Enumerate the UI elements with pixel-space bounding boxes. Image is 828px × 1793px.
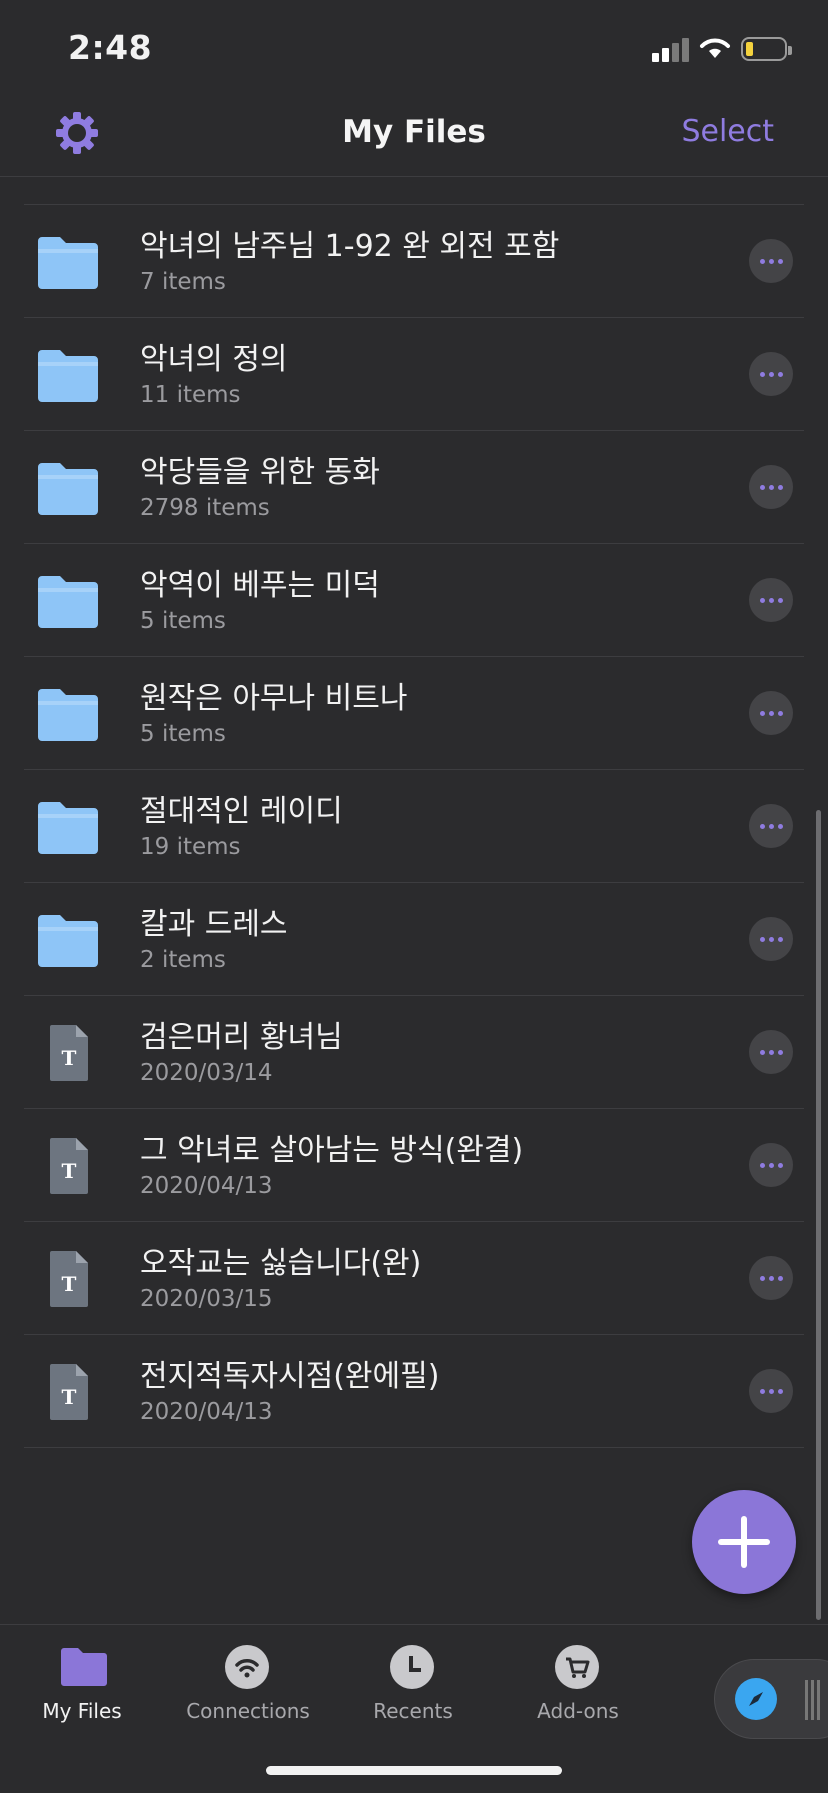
folder-row[interactable]: 원작은 아무나 비트나 5 items [24,657,804,770]
item-name: 악당들을 위한 동화 [140,455,380,490]
compass-icon[interactable] [735,1678,777,1720]
scrollbar[interactable] [816,810,821,1620]
svg-text:T: T [62,1272,77,1296]
svg-text:T: T [62,1385,77,1409]
wifi-icon [225,1645,269,1689]
more-options-button[interactable] [749,352,793,396]
text-file-icon: T [50,1364,88,1420]
select-button[interactable]: Select [681,114,774,149]
clock-icon [390,1645,434,1689]
item-meta: 11 items [140,382,241,408]
add-button[interactable] [692,1490,796,1594]
file-list: 악녀는변화한다2 items악녀의 남주님 1-92 완 외전 포함7 item… [0,146,828,1611]
tab-connections[interactable]: Connections [168,1635,328,1723]
item-name: 오작교는 싫습니다(완) [140,1246,422,1281]
tab-add-ons[interactable]: Add-ons [498,1635,658,1723]
battery-icon [741,37,792,61]
item-name: 악역이 베푸는 미덕 [140,568,380,603]
item-name: 절대적인 레이디 [140,794,343,829]
file-row[interactable]: T 그 악녀로 살아남는 방식(완결) 2020/04/13 [24,1109,804,1222]
file-row[interactable]: T 전지적독자시점(완에필) 2020/04/13 [24,1335,804,1448]
folder-icon [38,915,98,967]
more-options-button[interactable] [749,578,793,622]
more-options-button[interactable] [749,1143,793,1187]
browser-pill[interactable] [714,1659,828,1739]
item-name: 악녀의 남주님 1-92 완 외전 포함 [140,229,560,264]
home-indicator [266,1766,562,1775]
item-name: 칼과 드레스 [140,907,288,942]
folder-row[interactable]: 악녀의 정의 11 items [24,318,804,431]
folder-row[interactable]: 악당들을 위한 동화 2798 items [24,431,804,544]
text-file-icon: T [50,1251,88,1307]
more-options-button[interactable] [749,1369,793,1413]
folder-icon [38,237,98,289]
more-options-button[interactable] [749,1030,793,1074]
tab-label: My Files [42,1699,122,1723]
more-options-button[interactable] [749,1256,793,1300]
item-meta: 5 items [140,608,226,634]
item-meta: 5 items [140,721,226,747]
file-row[interactable]: T 오작교는 싫습니다(완) 2020/03/15 [24,1222,804,1335]
item-meta: 7 items [140,269,226,295]
folder-icon [61,1648,107,1686]
item-name: 원작은 아무나 비트나 [140,681,408,716]
more-options-button[interactable] [749,691,793,735]
folder-icon [38,463,98,515]
cellular-signal-icon [652,38,690,62]
item-meta: 19 items [140,834,241,860]
more-options-button[interactable] [749,804,793,848]
folder-icon [38,802,98,854]
more-options-button[interactable] [749,239,793,283]
folder-row[interactable]: 칼과 드레스 2 items [24,883,804,996]
folder-icon [38,576,98,628]
item-name: 그 악녀로 살아남는 방식(완결) [140,1133,524,1168]
item-meta: 2020/04/13 [140,1173,273,1199]
file-row[interactable]: T 검은머리 황녀님 2020/03/14 [24,996,804,1109]
tab-label: Add-ons [537,1699,619,1723]
tab-label: Connections [186,1699,310,1723]
item-name: 악녀의 정의 [140,342,288,377]
item-meta: 2020/03/14 [140,1060,273,1086]
folder-icon [38,689,98,741]
item-meta: 2020/04/13 [140,1399,273,1425]
folder-row[interactable]: 악역이 베푸는 미덕 5 items [24,544,804,657]
svg-text:T: T [62,1046,77,1070]
item-name: 전지적독자시점(완에필) [140,1359,440,1394]
cart-icon [555,1645,599,1689]
folder-row[interactable]: 악녀의 남주님 1-92 완 외전 포함 7 items [24,205,804,318]
tab-recents[interactable]: Recents [333,1635,493,1723]
more-options-button[interactable] [749,465,793,509]
folder-icon [38,350,98,402]
item-meta: 2020/03/15 [140,1286,273,1312]
item-meta: 2798 items [140,495,270,521]
svg-text:T: T [62,1159,77,1183]
more-options-button[interactable] [749,917,793,961]
navigation-bar: My Files Select [0,96,828,177]
text-file-icon: T [50,1138,88,1194]
status-bar: 2:48 [0,0,828,96]
tab-my-files[interactable]: My Files [2,1635,162,1723]
folder-row[interactable]: 절대적인 레이디 19 items [24,770,804,883]
drag-handle[interactable] [805,1680,820,1720]
item-name: 검은머리 황녀님 [140,1020,343,1055]
wifi-status-icon [700,38,730,58]
text-file-icon: T [50,1025,88,1081]
status-time: 2:48 [68,28,153,67]
item-meta: 2 items [140,947,226,973]
tab-label: Recents [373,1699,453,1723]
